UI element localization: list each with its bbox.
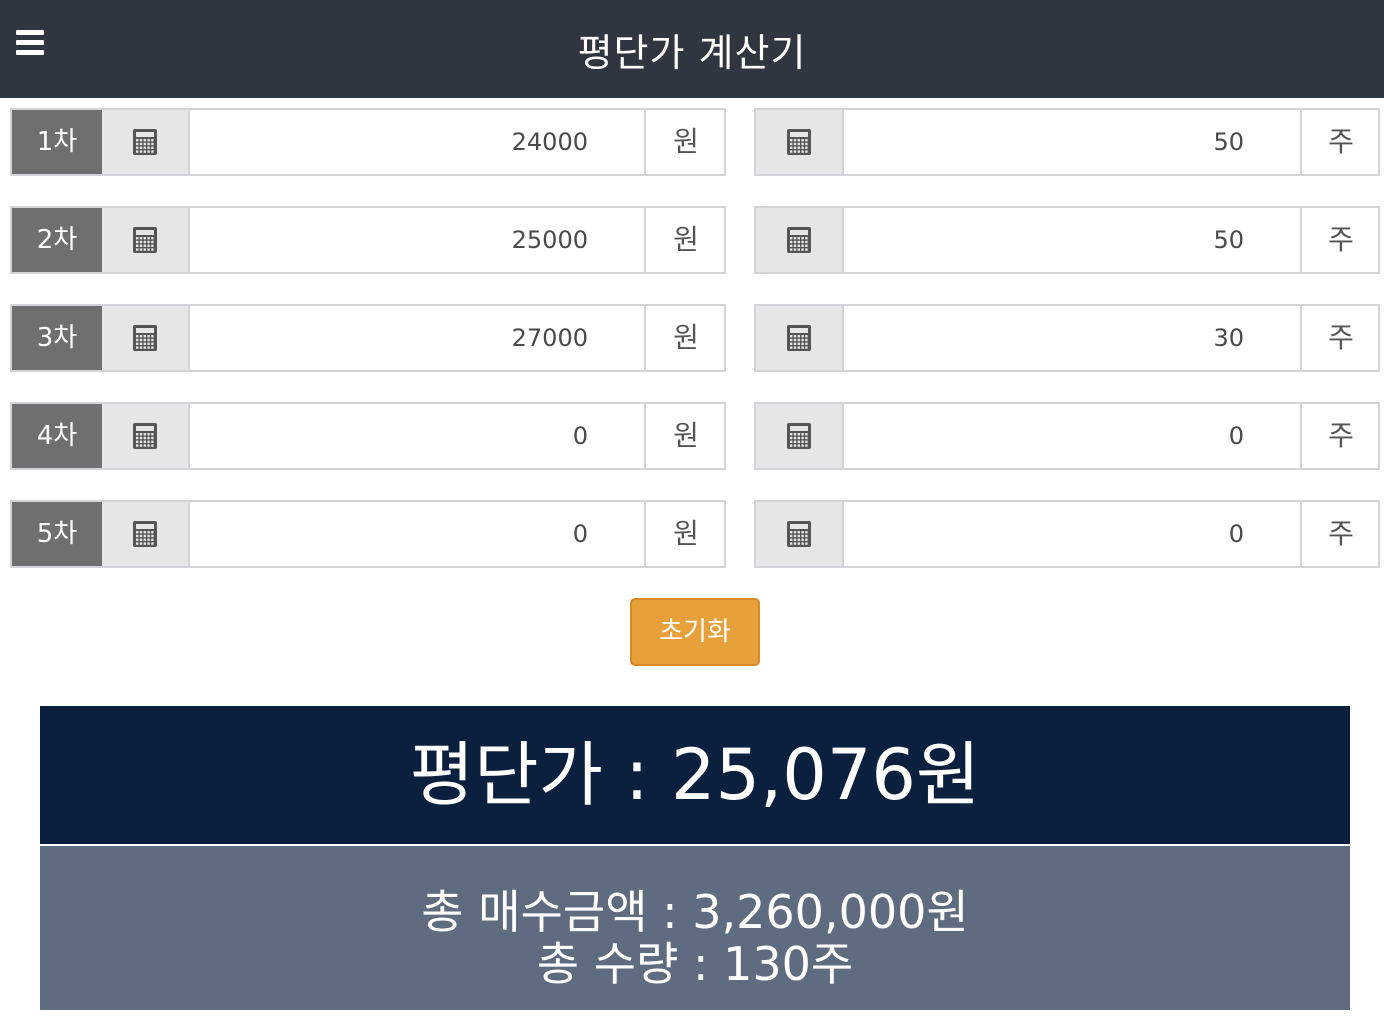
total-quantity-result: 총 수량 : 130주 — [536, 937, 854, 991]
calculator-icon — [132, 128, 158, 156]
quantity-unit: 주 — [1304, 306, 1378, 370]
price-input[interactable]: 27000 — [192, 306, 646, 370]
totals-panel: 총 매수금액 : 3,260,000원 총 수량 : 130주 — [40, 846, 1350, 1010]
calculator-icon — [132, 422, 158, 450]
calculator-icon — [786, 226, 812, 254]
quantity-input-group: 50 주 — [754, 206, 1380, 274]
page-title: 평단가 계산기 — [577, 31, 807, 75]
quantity-input-group: 0주 — [754, 402, 1380, 470]
price-input[interactable]: 0 — [192, 502, 646, 566]
quantity-unit: 주 — [1304, 208, 1378, 272]
quantity-calculator-button[interactable] — [756, 110, 844, 174]
price-input-group: 5차 0 원 — [10, 500, 726, 568]
price-input[interactable]: 25000 — [192, 208, 646, 272]
quantity-input[interactable]: 0 — [844, 502, 1302, 566]
reset-button[interactable]: 초기화 — [630, 598, 760, 666]
quantity-calculator-button[interactable] — [756, 306, 844, 370]
quantity-input[interactable]: 50 — [844, 110, 1302, 174]
price-input[interactable]: 0 — [192, 404, 646, 468]
price-calculator-button[interactable] — [102, 404, 190, 468]
price-input-group: 2차 25000 원 — [10, 206, 726, 274]
round-label: 4차 — [12, 404, 102, 468]
quantity-input[interactable]: 50 — [844, 208, 1302, 272]
price-unit: 원 — [648, 110, 724, 174]
quantity-calculator-button[interactable] — [756, 208, 844, 272]
purchase-row: 4차 0 원 0 주 — [0, 402, 1384, 470]
quantity-calculator-button[interactable] — [756, 502, 844, 566]
quantity-calculator-button[interactable] — [756, 404, 844, 468]
calculator-icon — [132, 226, 158, 254]
calculator-icon — [786, 422, 812, 450]
calculator-icon — [786, 324, 812, 352]
purchase-row: 5차 0 원 0 주 — [0, 500, 1384, 568]
quantity-unit: 주 — [1304, 502, 1378, 566]
price-calculator-button[interactable] — [102, 110, 190, 174]
price-unit: 원 — [648, 502, 724, 566]
quantity-input[interactable]: 0 — [844, 404, 1302, 468]
purchase-row: 1차 24000 원 50 주 — [0, 108, 1384, 176]
average-price-result: 평단가 : 25,076원 — [40, 706, 1350, 844]
quantity-input[interactable]: 30 — [844, 306, 1302, 370]
round-label: 2차 — [12, 208, 102, 272]
total-amount-result: 총 매수금액 : 3,260,000원 — [421, 885, 969, 939]
app-header: 평단가 계산기 — [0, 0, 1384, 98]
price-unit: 원 — [648, 208, 724, 272]
price-input-group: 3차 27000 원 — [10, 304, 726, 372]
calculator-icon — [786, 520, 812, 548]
quantity-unit: 주 — [1304, 110, 1378, 174]
price-calculator-button[interactable] — [102, 208, 190, 272]
price-calculator-button[interactable] — [102, 502, 190, 566]
price-input-group: 1차 24000 원 — [10, 108, 726, 176]
round-label: 5차 — [12, 502, 102, 566]
price-input[interactable]: 24000 — [192, 110, 646, 174]
calculator-icon — [132, 324, 158, 352]
round-label: 3차 — [12, 306, 102, 370]
calculator-icon — [132, 520, 158, 548]
round-label: 1차 — [12, 110, 102, 174]
price-input-group: 4차 0 원 — [10, 402, 726, 470]
price-calculator-button[interactable] — [102, 306, 190, 370]
purchase-row: 2차 25000 원 50 주 — [0, 206, 1384, 274]
quantity-unit: 주 — [1304, 404, 1378, 468]
quantity-input-group: 0주 — [754, 500, 1380, 568]
quantity-input-group: 30 주 — [754, 304, 1380, 372]
price-unit: 원 — [648, 404, 724, 468]
quantity-input-group: 50 주 — [754, 108, 1380, 176]
purchase-row: 3차 27000 원 30 주 — [0, 304, 1384, 372]
calculator-icon — [786, 128, 812, 156]
price-unit: 원 — [648, 306, 724, 370]
